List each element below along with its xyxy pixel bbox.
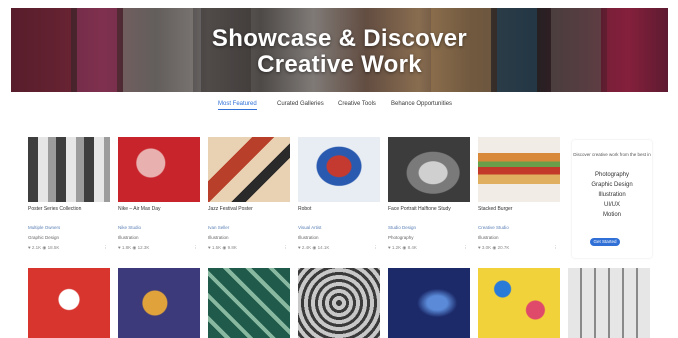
project-author[interactable]: Visual Artist	[298, 225, 321, 230]
promo-line: Photography	[594, 172, 630, 178]
stats-text: ♥ 2.1K ◉ 18.5K	[28, 245, 60, 250]
project-stats: ♥ 2.1K ◉ 18.5K ⋮	[28, 245, 110, 250]
stats-text: ♥ 2.4K ◉ 14.1K	[298, 245, 330, 250]
project-title[interactable]: Poster Series Collection	[28, 206, 110, 212]
stats-text: ♥ 1.8K ◉ 12.3K	[118, 245, 150, 250]
project-author[interactable]: Nike Studio	[118, 225, 141, 230]
stats-text: ♥ 1.5K ◉ 9.8K	[208, 245, 237, 250]
project-stats: ♥ 1.8K ◉ 12.3K ⋮	[118, 245, 200, 250]
category-tabs: Most Featured Curated Galleries Creative…	[0, 99, 678, 113]
project-author[interactable]: Multiple Owners	[28, 225, 60, 230]
promo-line: Graphic Design	[591, 182, 633, 188]
project-title[interactable]: Stacked Burger	[478, 206, 560, 212]
project-category: Illustration	[298, 235, 319, 240]
project-stats: ♥ 3.0K ◉ 20.7K ⋮	[478, 245, 560, 250]
more-icon[interactable]: ⋮	[374, 245, 379, 250]
project-thumbnail[interactable]	[478, 137, 560, 202]
project-thumbnail[interactable]	[208, 268, 290, 338]
project-title[interactable]: Nike – Air Max Day	[118, 206, 200, 212]
project-stats: ♥ 1.2K ◉ 8.4K ⋮	[388, 245, 470, 250]
project-category: Illustration	[208, 235, 229, 240]
stats-text: ♥ 3.0K ◉ 20.7K	[478, 245, 510, 250]
project-thumbnail[interactable]	[208, 137, 290, 202]
project-thumbnail[interactable]	[118, 268, 200, 338]
tab-behance-opportunities[interactable]: Behance Opportunities	[391, 99, 452, 109]
get-started-button[interactable]: Get Started	[590, 238, 620, 246]
more-icon[interactable]: ⋮	[284, 245, 289, 250]
project-category: Photography	[388, 235, 414, 240]
tab-curated-galleries[interactable]: Curated Galleries	[277, 99, 324, 109]
project-thumbnail[interactable]	[388, 268, 470, 338]
more-icon[interactable]: ⋮	[194, 245, 199, 250]
hero-subtitle: Creative Work	[257, 51, 422, 78]
project-title[interactable]: Face Portrait Halftone Study	[388, 206, 470, 212]
more-icon[interactable]: ⋮	[554, 245, 559, 250]
promo-line: Illustration	[598, 192, 626, 198]
project-thumbnail[interactable]	[28, 268, 110, 338]
more-icon[interactable]: ⋮	[104, 245, 109, 250]
project-title[interactable]: Robot	[298, 206, 380, 212]
tab-most-featured[interactable]: Most Featured	[218, 99, 257, 110]
left-border	[0, 0, 11, 338]
project-stats: ♥ 2.4K ◉ 14.1K ⋮	[298, 245, 380, 250]
hero-title: Showcase & Discover	[211, 25, 468, 52]
project-thumbnail[interactable]	[568, 268, 650, 338]
project-thumbnail[interactable]	[28, 137, 110, 202]
project-category: Illustration	[478, 235, 499, 240]
project-thumbnail[interactable]	[298, 268, 380, 338]
signup-promo-card: Discover creative work from the best in …	[572, 140, 652, 258]
tab-creative-tools[interactable]: Creative Tools	[338, 99, 376, 109]
hero-banner: Showcase & Discover Creative Work	[11, 8, 668, 92]
project-category: Illustration	[118, 235, 139, 240]
project-thumbnail[interactable]	[118, 137, 200, 202]
promo-line: Motion	[602, 212, 621, 218]
project-author[interactable]: Studio Design	[388, 225, 416, 230]
promo-line: UI/UX	[603, 202, 620, 208]
project-title[interactable]: Jazz Festival Poster	[208, 206, 290, 212]
project-author[interactable]: Creative Studio	[478, 225, 509, 230]
project-thumbnail[interactable]	[478, 268, 560, 338]
more-icon[interactable]: ⋮	[464, 245, 469, 250]
promo-intro: Discover creative work from the best in	[573, 152, 651, 157]
project-thumbnail[interactable]	[388, 137, 470, 202]
stats-text: ♥ 1.2K ◉ 8.4K	[388, 245, 417, 250]
project-thumbnail[interactable]	[298, 137, 380, 202]
project-category: Graphic Design	[28, 235, 60, 240]
page: Showcase & Discover Creative Work Most F…	[0, 0, 678, 338]
project-author[interactable]: Ivan Seller	[208, 225, 229, 230]
project-stats: ♥ 1.5K ◉ 9.8K ⋮	[208, 245, 290, 250]
